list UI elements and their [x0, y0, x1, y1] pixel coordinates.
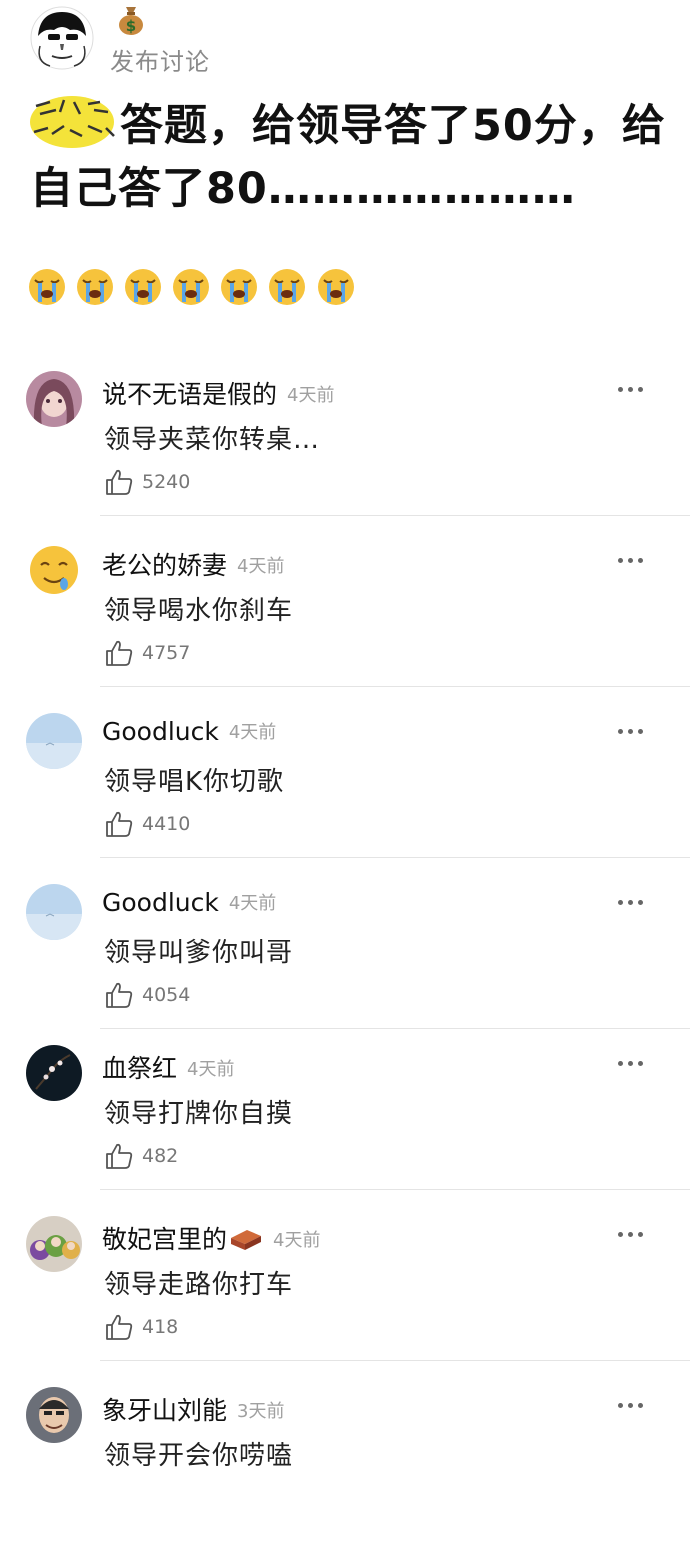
comment-item: 血祭红 4天前 领导打牌你自摸 482 [0, 1045, 690, 1216]
crying-emoji-icon [77, 269, 114, 305]
comment-text: 领导夹菜你转桌… [104, 425, 321, 455]
crying-emoji-icon [221, 269, 258, 305]
post-title-text: 答题，给领导答了50分，给自己答了80………………… [30, 101, 666, 214]
thumbs-up-icon[interactable] [104, 467, 134, 497]
comment-time: 4天前 [287, 385, 335, 406]
comment-item: 老公的娇妻 4天前 领导喝水你刹车 4757 [0, 542, 690, 713]
comment-author[interactable]: 敬妃宫里的 4天前 [102, 1220, 320, 1256]
comment-text: 领导叫爹你叫哥 [104, 938, 294, 968]
comment-time: 4天前 [187, 1059, 235, 1080]
comment-author[interactable]: Goodluck 4天前 [102, 717, 276, 746]
comment-author[interactable]: Goodluck 4天前 [102, 888, 276, 917]
divider [100, 515, 690, 516]
thumbs-up-icon[interactable] [104, 809, 134, 839]
more-options-icon[interactable] [618, 377, 652, 397]
comment-time: 4天前 [237, 556, 285, 577]
comment-time: 4天前 [228, 893, 277, 914]
more-options-icon[interactable] [618, 548, 652, 568]
more-options-icon[interactable] [618, 1393, 652, 1413]
more-options-icon[interactable] [618, 1222, 652, 1242]
post-action-label: 发布讨论 [110, 48, 210, 76]
more-options-icon[interactable] [618, 890, 652, 910]
like-count: 4757 [142, 642, 191, 664]
thumbs-up-icon[interactable] [104, 980, 134, 1010]
comment-time: 4天前 [273, 1230, 321, 1251]
thumbs-up-icon[interactable] [104, 1312, 134, 1342]
divider [100, 1360, 690, 1361]
brick-icon [231, 1230, 262, 1250]
commenter-avatar[interactable] [26, 1045, 82, 1101]
post-header: $ 发布讨论 [30, 0, 670, 80]
comment-author[interactable]: 说不无语是假的 4天前 [102, 375, 334, 411]
more-options-icon[interactable] [618, 719, 652, 739]
crying-emoji-icon [269, 269, 306, 305]
comment-time: 3天前 [237, 1401, 285, 1422]
comment-text: 领导打牌你自摸 [104, 1099, 294, 1129]
comment-text: 领导喝水你刹车 [104, 596, 294, 626]
emoji-row [28, 268, 360, 312]
comment-item: 敬妃宫里的 4天前 领导走路你打车 418 [0, 1216, 690, 1387]
crying-emoji-icon [317, 269, 354, 305]
meme-sticker-icon [30, 92, 116, 150]
comment-author[interactable]: 血祭红 4天前 [102, 1049, 234, 1085]
comment-author[interactable]: 象牙山刘能 3天前 [102, 1391, 284, 1427]
commenter-avatar[interactable] [26, 884, 82, 940]
comment-item: 说不无语是假的 4天前 领导夹菜你转桌… 5240 [0, 371, 690, 542]
divider [100, 1028, 690, 1029]
comment-text: 领导唱K你切歌 [104, 767, 285, 797]
like-count: 482 [142, 1145, 179, 1167]
like-count: 418 [142, 1316, 179, 1338]
commenter-avatar[interactable] [26, 371, 82, 427]
like-count: 4410 [142, 813, 191, 835]
commenter-avatar[interactable] [26, 542, 82, 598]
divider [100, 857, 690, 858]
comment-text: 领导走路你打车 [104, 1270, 294, 1300]
comment-author[interactable]: 老公的娇妻 4天前 [102, 546, 284, 582]
commenter-avatar[interactable] [26, 1216, 82, 1272]
crying-emoji-icon [125, 269, 162, 305]
post-title: 答题，给领导答了50分，给自己答了80………………… [30, 92, 670, 221]
divider [100, 1189, 690, 1190]
comment-item: 象牙山刘能 3天前 领导开会你唠嗑 [0, 1387, 690, 1558]
thumbs-up-icon[interactable] [104, 638, 134, 668]
divider [100, 686, 690, 687]
more-options-icon[interactable] [618, 1051, 652, 1071]
comment-text: 领导开会你唠嗑 [104, 1441, 294, 1471]
like-count: 4054 [142, 984, 191, 1006]
like-count: 5240 [142, 471, 191, 493]
author-avatar[interactable] [30, 6, 94, 70]
crying-emoji-icon [29, 269, 65, 305]
comment-item: Goodluck 4天前 领导唱K你切歌 4410 [0, 713, 690, 884]
thumbs-up-icon[interactable] [104, 1141, 134, 1171]
commenter-avatar[interactable] [26, 1387, 82, 1443]
comment-item: Goodluck 4天前 领导叫爹你叫哥 4054 [0, 884, 690, 1055]
commenter-avatar[interactable] [26, 713, 82, 769]
crying-emoji-icon [173, 269, 210, 305]
svg-text:$: $ [126, 17, 136, 35]
comment-time: 4天前 [228, 722, 277, 743]
money-bag-icon: $ [116, 4, 146, 36]
